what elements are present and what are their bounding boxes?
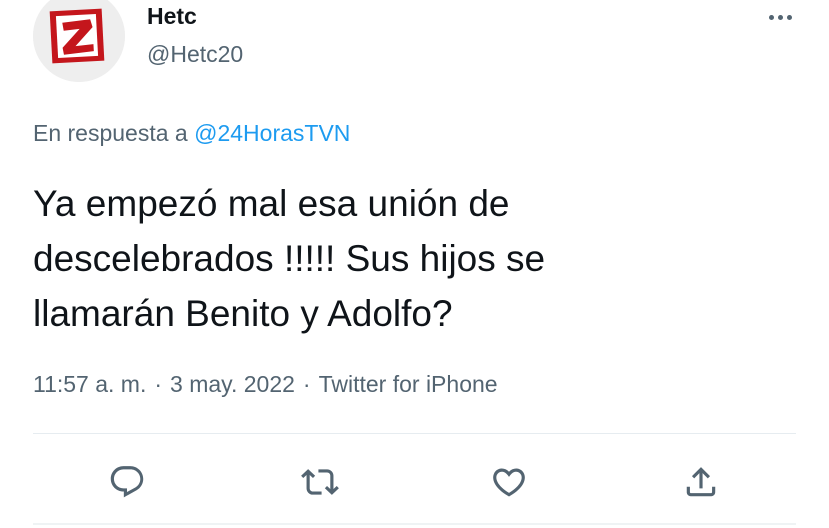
tweet-text: Ya empezó mal esa unión de descelebrados… xyxy=(33,183,546,334)
meta-separator: · xyxy=(302,371,311,397)
retweet-icon xyxy=(301,469,339,495)
share-button[interactable] xyxy=(679,460,723,504)
reply-icon xyxy=(110,466,144,498)
tweet-source[interactable]: Twitter for iPhone xyxy=(319,371,498,397)
avatar[interactable]: Z xyxy=(33,0,125,82)
more-dot xyxy=(768,14,774,20)
tweet-meta: 11:57 a. m. · 3 may. 2022 · Twitter for iPho… xyxy=(33,369,498,399)
reply-mention-link[interactable]: @24HorasTVN xyxy=(194,120,350,146)
meta-separator: · xyxy=(154,371,163,397)
reply-prefix: En respuesta a xyxy=(33,120,188,146)
like-icon xyxy=(493,468,525,497)
more-dot xyxy=(777,14,783,20)
more-options-icon[interactable] xyxy=(760,2,800,32)
reply-context: En respuesta a @24HorasTVN xyxy=(33,118,350,148)
retweet-button[interactable] xyxy=(298,460,342,504)
bottom-divider xyxy=(33,523,796,525)
tweet-date[interactable]: 3 may. 2022 xyxy=(170,371,295,397)
tweet-card: Z Hetc @Hetc20 En respuesta a @24HorasTV… xyxy=(0,0,829,528)
more-dot xyxy=(786,14,792,20)
avatar-logo: Z xyxy=(33,0,125,82)
tweet-time[interactable]: 11:57 a. m. xyxy=(33,371,146,397)
like-button[interactable] xyxy=(487,460,531,504)
display-name[interactable]: Hetc xyxy=(147,2,197,30)
reply-button[interactable] xyxy=(105,460,149,504)
user-handle[interactable]: @Hetc20 xyxy=(147,40,243,68)
divider xyxy=(33,433,796,434)
share-icon xyxy=(686,467,716,497)
